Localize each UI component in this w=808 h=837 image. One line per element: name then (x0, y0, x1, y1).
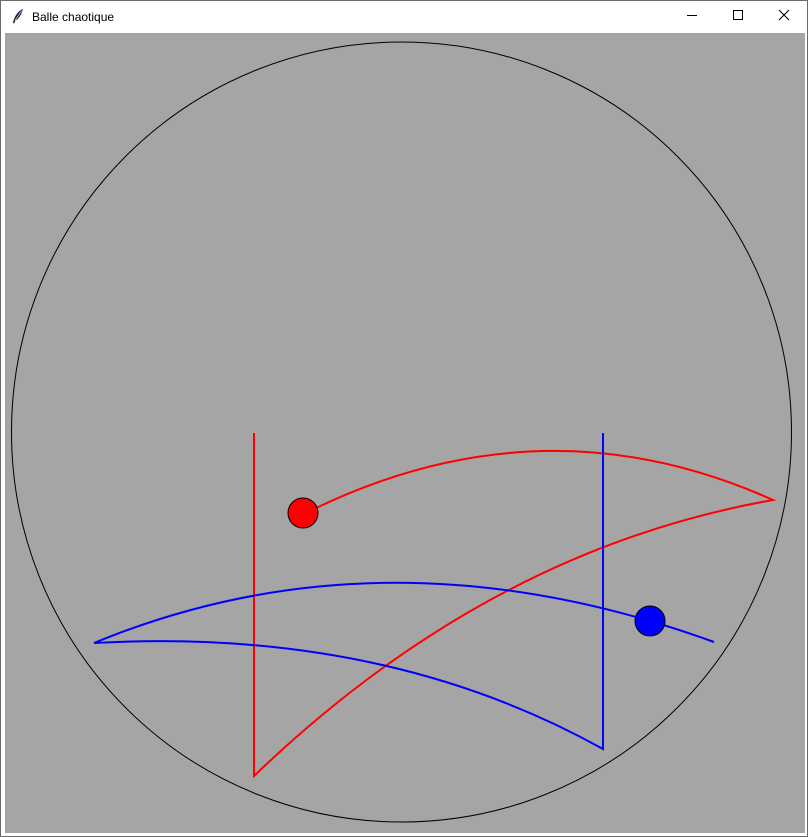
boundary-circle (11, 41, 792, 823)
minimize-button[interactable] (669, 1, 715, 32)
title-bar[interactable]: Balle chaotique (1, 1, 807, 32)
feather-icon (10, 8, 26, 24)
maximize-icon (732, 8, 744, 26)
close-button[interactable] (761, 1, 807, 32)
blue-trail (93, 433, 715, 751)
red-trail (253, 433, 777, 779)
minimize-icon (686, 8, 698, 26)
window-title: Balle chaotique (32, 10, 115, 24)
canvas-svg (11, 41, 792, 823)
maximize-button[interactable] (715, 1, 761, 32)
simulation-canvas[interactable] (5, 33, 805, 833)
blue-ball (634, 605, 666, 637)
app-window: Balle chaotique (0, 0, 808, 837)
red-ball (287, 497, 319, 529)
close-icon (778, 8, 790, 26)
